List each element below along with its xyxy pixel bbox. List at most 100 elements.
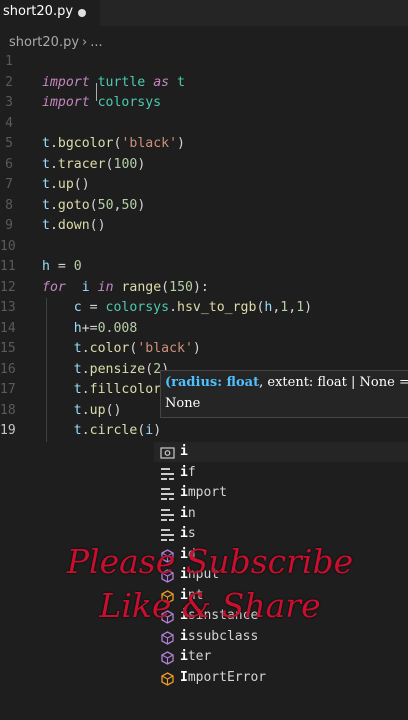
line-number: 1 xyxy=(5,54,13,69)
code-token: turtle xyxy=(97,74,146,90)
code-line[interactable]: 4 xyxy=(0,114,408,134)
code-line[interactable]: 1 xyxy=(0,52,408,72)
code-token: t xyxy=(42,218,50,233)
code-line[interactable]: 6 t.tracer(100) xyxy=(0,155,408,175)
breadcrumb: short20.py ›... xyxy=(9,35,103,50)
code-token: bgcolor xyxy=(57,136,114,151)
suggestion-rest: n xyxy=(187,505,196,521)
line-number: 13 xyxy=(0,300,16,315)
code-line[interactable]: 2 import turtle as t xyxy=(0,73,408,93)
line-number: 12 xyxy=(0,279,16,295)
code-token: 'black' xyxy=(137,341,193,356)
suggestion-match: i xyxy=(180,485,188,500)
suggestion-item[interactable]: in xyxy=(154,504,408,524)
code-line[interactable]: 15 t.color('black') xyxy=(0,339,408,359)
code-text: t.up() xyxy=(42,175,90,195)
code-text: import colorsys xyxy=(42,93,161,113)
suggestion-label: ImportError xyxy=(180,668,266,688)
code-token: . xyxy=(49,218,58,233)
code-token: t xyxy=(42,177,50,192)
code-token: in xyxy=(97,279,114,295)
line-number: 14 xyxy=(0,320,16,336)
suggestion-item[interactable]: import xyxy=(154,483,408,503)
breadcrumb-file[interactable]: short20.py xyxy=(9,35,79,50)
unsaved-dot-icon[interactable] xyxy=(78,9,86,17)
code-text: for i in range(150): xyxy=(42,278,209,298)
code-token: t xyxy=(73,361,82,377)
code-text: t.up() xyxy=(42,401,122,421)
suggestion-label: iter xyxy=(180,647,211,667)
code-token: circle xyxy=(89,423,138,438)
suggestion-item[interactable]: i xyxy=(154,442,408,462)
line-number: 9 xyxy=(5,218,13,233)
suggestion-rest: mport xyxy=(187,485,227,500)
code-token: t xyxy=(73,402,82,418)
text-cursor xyxy=(96,83,97,101)
code-token: . xyxy=(49,156,58,172)
code-token: tracer xyxy=(57,156,106,172)
line-number: 19 xyxy=(0,423,16,438)
suggestion-label: i xyxy=(180,442,188,462)
code-token: h xyxy=(73,320,82,336)
class-icon xyxy=(160,630,175,645)
line-number: 2 xyxy=(5,74,13,90)
suggestion-label: issubclass xyxy=(180,627,258,647)
code-line[interactable]: 10 xyxy=(0,237,408,257)
code-token: import xyxy=(42,74,90,90)
code-token: ( xyxy=(89,197,98,213)
code-token: for xyxy=(42,279,66,295)
signature-line-2: None xyxy=(165,396,201,411)
code-token: up xyxy=(57,177,74,192)
suggestion-rest: ssubclass xyxy=(187,628,259,644)
code-text: t.pensize(2) xyxy=(42,360,169,380)
code-line[interactable]: 7 t.up() xyxy=(0,175,408,195)
code-token: color xyxy=(89,341,130,356)
code-line[interactable]: 8 t.goto(50,50) xyxy=(0,196,408,216)
code-line[interactable]: 3 import colorsys xyxy=(0,93,408,113)
watermark-text: Please Subscribe Like & Share xyxy=(66,542,354,625)
line-number: 17 xyxy=(0,382,16,397)
signature-line: (radius: float, extent: float | None = N… xyxy=(165,375,408,390)
code-text: t.color('black') xyxy=(42,339,201,359)
line-number: 6 xyxy=(5,156,13,172)
tab-bar: short20.py xyxy=(0,0,408,26)
code-token: () xyxy=(73,177,90,192)
code-line[interactable]: 9 t.down() xyxy=(0,216,408,236)
code-token: t xyxy=(73,382,82,397)
keyword-icon xyxy=(160,486,175,500)
suggestion-match: i xyxy=(180,628,188,644)
suggestion-item[interactable]: iter xyxy=(154,647,408,667)
code-line[interactable]: 14 h+=0.008 xyxy=(0,319,408,339)
code-token: ) xyxy=(304,300,313,315)
code-token: . xyxy=(81,423,90,438)
code-token: h xyxy=(42,259,50,274)
code-token: t xyxy=(42,156,50,172)
suggestion-item[interactable]: issubclass xyxy=(154,627,408,647)
code-token: ( xyxy=(105,156,114,172)
suggestion-label: in xyxy=(180,504,196,524)
suggestion-match: i xyxy=(180,505,188,521)
code-token: . xyxy=(49,177,58,192)
code-token: ) xyxy=(137,197,146,213)
code-line[interactable]: 19 t.circle(i) xyxy=(0,421,408,441)
code-token: ( xyxy=(145,361,154,377)
signature-help-tooltip: (radius: float, extent: float | None = N… xyxy=(160,370,408,418)
suggestion-item[interactable]: ImportError xyxy=(154,668,408,688)
code-token: pensize xyxy=(89,361,146,377)
breadcrumb-more[interactable]: ... xyxy=(90,35,102,50)
line-number: 8 xyxy=(5,197,13,213)
code-line[interactable]: 11 h = 0 xyxy=(0,257,408,277)
code-token: . xyxy=(49,136,58,151)
code-token: t xyxy=(42,136,50,151)
suggestion-rest: s xyxy=(187,526,196,541)
code-line[interactable]: 13 c = colorsys.hsv_to_rgb(h,1,1) xyxy=(0,298,408,318)
line-number: 16 xyxy=(0,361,16,377)
code-line[interactable]: 12 for i in range(150): xyxy=(0,278,408,298)
suggestion-match: i xyxy=(180,526,188,541)
tab-short20[interactable]: short20.py xyxy=(0,0,100,26)
suggestion-item[interactable]: if xyxy=(154,463,408,483)
code-line[interactable]: 5 t.bgcolor('black') xyxy=(0,134,408,154)
code-token: ) xyxy=(177,136,185,151)
